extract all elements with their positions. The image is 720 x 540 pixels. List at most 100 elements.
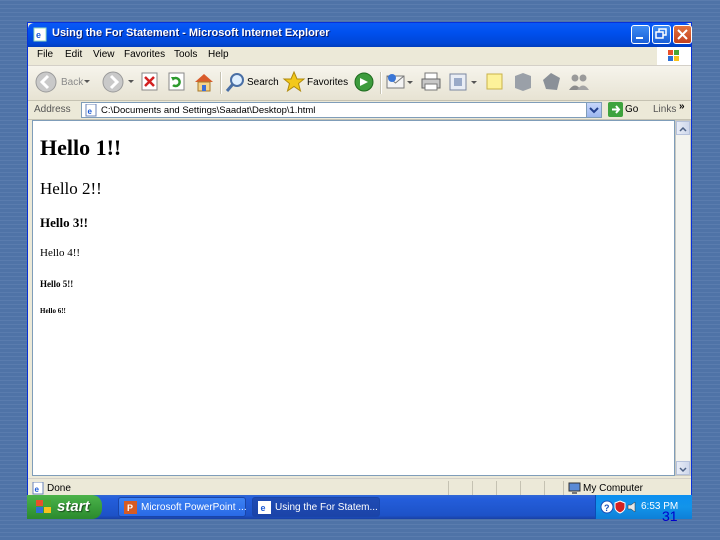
close-icon [677, 29, 688, 40]
close-button[interactable] [673, 25, 692, 44]
start-label: start [57, 498, 90, 515]
taskbar-item-ie[interactable]: e Using the For Statem... [252, 497, 380, 517]
menu-favorites[interactable]: Favorites [124, 49, 165, 60]
chevron-down-icon [679, 467, 687, 473]
favorites-button[interactable]: Favorites [282, 70, 349, 96]
minimize-icon [636, 37, 643, 39]
windows-logo-icon [657, 47, 691, 65]
refresh-button[interactable] [166, 70, 188, 96]
status-divider [520, 481, 521, 495]
page-done-icon: e [32, 482, 44, 495]
address-label: Address [34, 104, 71, 115]
stop-icon [141, 72, 158, 91]
svg-text:P: P [127, 503, 133, 513]
chevron-up-icon [679, 126, 687, 132]
menu-help[interactable]: Help [208, 49, 229, 60]
menu-bar: File Edit View Favorites Tools Help [28, 47, 691, 66]
menu-edit[interactable]: Edit [65, 49, 82, 60]
taskbar-item-label: Using the For Statem... [275, 502, 378, 513]
svg-text:?: ? [604, 503, 610, 513]
start-button[interactable]: start [27, 495, 102, 519]
media-button[interactable] [352, 70, 376, 96]
search-label: Search [247, 77, 279, 88]
minimize-button[interactable] [631, 25, 650, 44]
address-input[interactable]: e C:\Documents and Settings\Saadat\Deskt… [81, 102, 602, 118]
powerpoint-icon: P [124, 501, 137, 514]
ie-icon: e [258, 501, 271, 514]
help-icon[interactable]: ? [600, 500, 614, 514]
go-button[interactable]: Go [608, 102, 648, 118]
edit-button[interactable] [447, 70, 479, 96]
forward-button[interactable] [101, 70, 135, 96]
back-button[interactable]: Back [34, 70, 90, 96]
search-button[interactable]: Search [224, 70, 279, 96]
dropdown-arrow-icon [128, 80, 134, 83]
taskbar-item-powerpoint[interactable]: P Microsoft PowerPoint ... [118, 497, 247, 517]
status-divider [544, 481, 545, 495]
search-icon [225, 73, 244, 92]
heading-5: Hello 5!! [40, 279, 74, 289]
status-text: Done [47, 483, 71, 494]
refresh-icon [168, 72, 185, 91]
slide-number: 31 [662, 508, 678, 524]
note-icon [486, 73, 503, 90]
menu-tools[interactable]: Tools [174, 49, 197, 60]
heading-3: Hello 3!! [40, 215, 89, 230]
address-bar: Address e C:\Documents and Settings\Saad… [28, 101, 691, 120]
scroll-down-button[interactable] [676, 461, 690, 475]
printer-icon [421, 72, 441, 91]
messenger-icon [543, 73, 560, 90]
mail-button[interactable] [385, 70, 415, 96]
scroll-up-button[interactable] [676, 121, 690, 135]
people-icon [569, 74, 589, 90]
taskbar-item-label: Microsoft PowerPoint ... [141, 502, 247, 513]
toolbar-separator [220, 72, 222, 94]
vertical-scrollbar[interactable] [675, 120, 691, 476]
go-label: Go [625, 104, 639, 115]
back-arrow-icon [35, 71, 57, 93]
stop-button[interactable] [139, 70, 161, 96]
status-divider [563, 481, 564, 495]
page-content: Hello 1!! Hello 2!! Hello 3!! Hello 4!! … [32, 120, 675, 476]
favorites-label: Favorites [307, 77, 349, 88]
media-icon [354, 72, 374, 92]
restore-button[interactable] [652, 25, 671, 44]
svg-text:e: e [35, 485, 40, 494]
research-icon [515, 73, 531, 91]
favorites-star-icon [282, 70, 306, 93]
volume-icon[interactable] [627, 500, 639, 514]
forward-arrow-icon [102, 71, 124, 93]
standard-toolbar: Back Search Favorites [28, 66, 691, 101]
my-computer-icon [568, 482, 581, 494]
messenger-button[interactable] [539, 70, 563, 96]
heading-6: Hello 6!! [40, 307, 66, 315]
back-label: Back [61, 77, 84, 88]
windows-logo-icon [36, 500, 51, 513]
edit-page-icon [449, 73, 477, 91]
ie-icon: e [33, 27, 47, 42]
menu-view[interactable]: View [93, 49, 115, 60]
heading-1: Hello 1!! [40, 135, 122, 160]
links-button[interactable]: Links [653, 104, 676, 115]
dropdown-arrow-icon [84, 80, 90, 83]
address-value: C:\Documents and Settings\Saadat\Desktop… [101, 105, 316, 116]
links-more-icon[interactable]: » [679, 101, 685, 112]
address-dropdown-button[interactable] [586, 103, 601, 117]
contacts-button[interactable] [567, 70, 591, 96]
print-button[interactable] [419, 70, 443, 96]
home-button[interactable] [192, 70, 216, 96]
go-arrow-icon [608, 102, 623, 117]
window-title: Using the For Statement - Microsoft Inte… [52, 27, 330, 39]
mail-icon [386, 74, 413, 89]
status-divider [448, 481, 449, 495]
svg-text:e: e [261, 503, 266, 513]
discuss-button[interactable] [483, 70, 507, 96]
heading-2: Hello 2!! [40, 179, 102, 198]
menu-file[interactable]: File [37, 49, 53, 60]
security-shield-icon[interactable] [614, 500, 626, 514]
html-file-icon: e [85, 104, 97, 117]
research-button[interactable] [511, 70, 535, 96]
chevron-down-icon [589, 107, 599, 114]
taskbar: start P Microsoft PowerPoint ... e Using… [27, 495, 692, 519]
title-bar: e Using the For Statement - Microsoft In… [28, 23, 692, 47]
